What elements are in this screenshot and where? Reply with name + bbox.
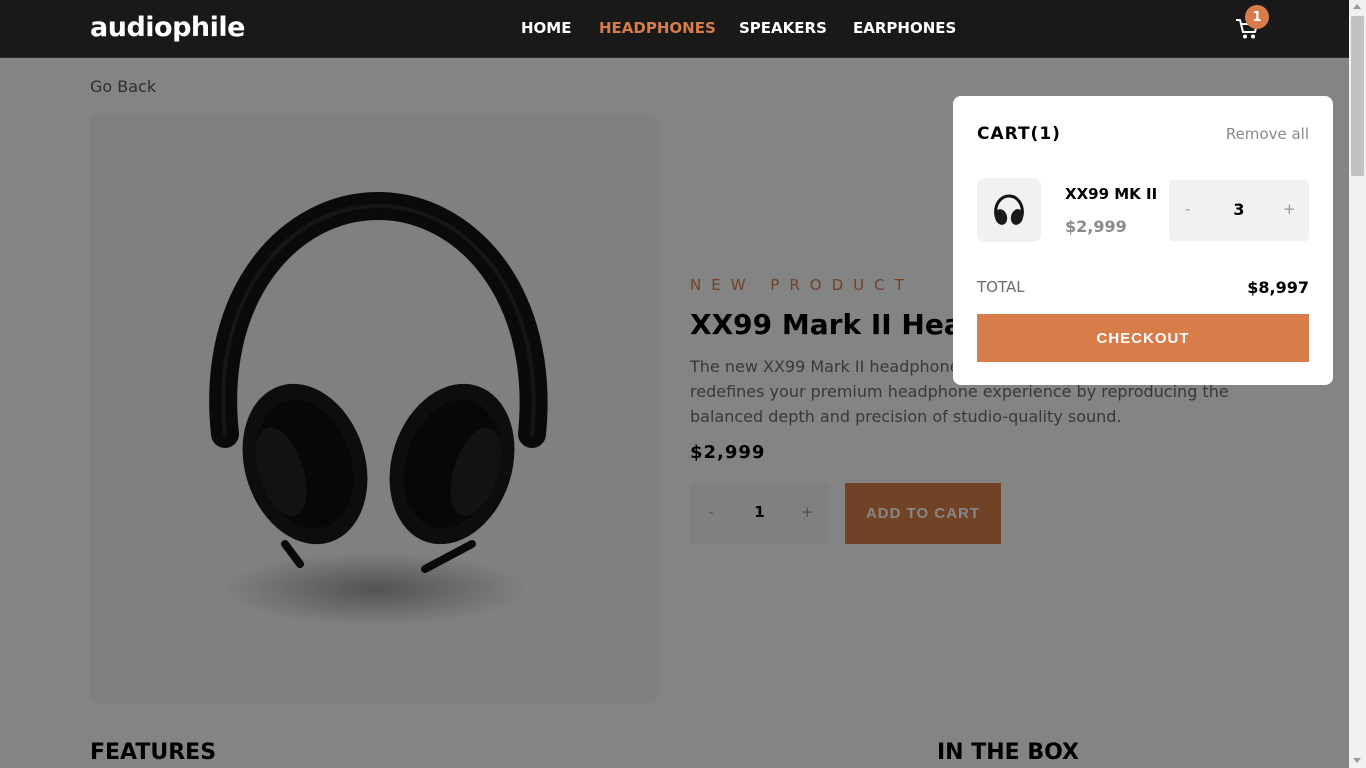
site-header: audiophile HOME HEADPHONES SPEAKERS EARP… [0,0,1349,58]
page-scrollbar[interactable] [1349,0,1366,768]
cart-item-thumbnail [977,178,1041,242]
cart-item-name: XX99 MK II [1065,185,1158,203]
main-nav: HOME HEADPHONES SPEAKERS EARPHONES [0,19,1349,39]
headphones-thumbnail-icon [994,194,1024,225]
viewport: audiophile HOME HEADPHONES SPEAKERS EARP… [0,0,1366,768]
total-label: TOTAL [977,278,1025,296]
scrollbar-thumb[interactable] [1351,16,1364,176]
cart-item-price: $2,999 [1065,217,1127,236]
cart-increase-quantity-button[interactable]: + [1283,200,1296,218]
cart-modal: CART(1) Remove all XX99 MK II $2,999 - 3… [953,96,1333,385]
nav-speakers[interactable]: SPEAKERS [739,19,827,37]
cart-title: CART(1) [977,124,1061,144]
total-value: $8,997 [1247,278,1309,297]
scroll-up-icon[interactable] [1353,4,1361,9]
checkout-button[interactable]: CHECKOUT [977,314,1309,362]
remove-all-button[interactable]: Remove all [1226,125,1309,143]
scroll-down-icon[interactable] [1353,758,1361,763]
cart-item-quantity-stepper: - 3 + [1169,180,1309,241]
nav-home[interactable]: HOME [521,19,571,37]
cart-count-badge: 1 [1245,5,1269,29]
nav-headphones[interactable]: HEADPHONES [599,19,716,37]
nav-earphones[interactable]: EARPHONES [853,19,956,37]
